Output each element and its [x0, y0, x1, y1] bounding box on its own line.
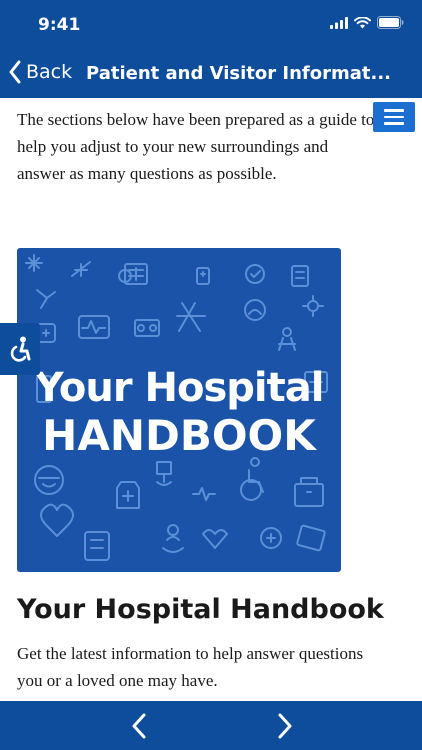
section-heading: Your Hospital Handbook — [17, 594, 384, 625]
battery-icon — [377, 16, 404, 29]
intro-paragraph: The sections below have been prepared as… — [17, 110, 375, 183]
chevron-right-icon — [278, 713, 292, 739]
navigation-bar: Back Patient and Visitor Informat... — [0, 50, 422, 98]
accessibility-button[interactable] — [0, 323, 40, 375]
previous-button[interactable] — [124, 711, 154, 741]
cellular-signal-icon — [330, 16, 348, 29]
status-icons — [330, 16, 404, 29]
bottom-navigation-bar — [0, 701, 422, 750]
menu-bar — [384, 109, 404, 112]
status-time: 9:41 — [38, 15, 81, 35]
menu-bar — [384, 122, 404, 125]
status-bar: 9:41 — [0, 0, 422, 50]
section-description: Get the latest information to help answe… — [17, 644, 364, 690]
menu-bar — [384, 115, 404, 119]
handbook-title-line2: HANDBOOK — [42, 411, 316, 460]
handbook-title-line1: Your Hospital — [34, 365, 325, 411]
back-label: Back — [26, 61, 73, 83]
chevron-left-icon — [9, 60, 21, 84]
wifi-icon — [354, 16, 371, 28]
chevron-left-icon — [132, 713, 146, 739]
wheelchair-accessibility-icon — [10, 336, 31, 362]
page-title: Patient and Visitor Informat... — [86, 63, 392, 84]
next-button[interactable] — [270, 711, 300, 741]
hospital-handbook-image[interactable]: Your Hospital HANDBOOK — [17, 248, 341, 572]
content-area[interactable]: The sections below have been prepared as… — [0, 98, 422, 701]
menu-button[interactable] — [373, 102, 415, 132]
back-button[interactable]: Back — [8, 60, 72, 84]
